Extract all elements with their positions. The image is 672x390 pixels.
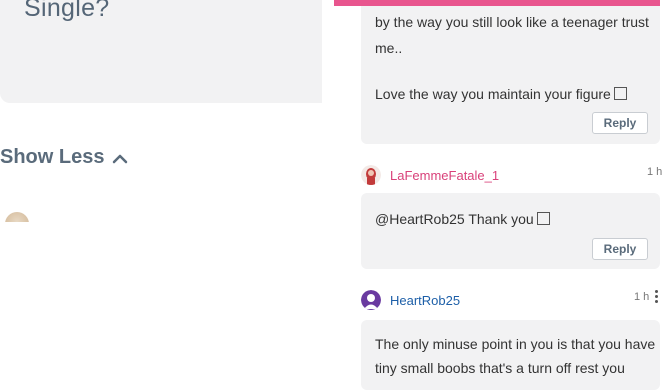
timestamp: 1 h (647, 166, 663, 178)
comment-meta: 1 h (647, 166, 662, 178)
username-link[interactable]: LaFemmeFatale_1 (390, 168, 499, 183)
comment-line: The only minuse point in you is that you… (375, 336, 656, 352)
comment-bubble: The only minuse point in you is that you… (361, 320, 660, 390)
comment-line: Love the way you maintain your figure (375, 82, 627, 106)
avatar (5, 212, 29, 222)
show-less-label: Show Less (0, 146, 105, 168)
comment-line: me.. (375, 40, 403, 56)
comment-header: LaFemmeFatale_1 (361, 165, 499, 185)
show-less-button[interactable]: Show Less (0, 146, 128, 169)
reply-button[interactable]: Reply (592, 112, 648, 134)
avatar[interactable] (361, 290, 381, 310)
comment-meta: 1 h (634, 290, 659, 303)
username-link[interactable]: HeartRob25 (390, 293, 460, 308)
post-card: Single? (0, 0, 322, 103)
comment-text: Love the way you maintain your figure (375, 86, 611, 102)
chevron-up-icon (113, 154, 128, 163)
comment-text: @HeartRob25 Thank you (375, 211, 534, 227)
comment-line: @HeartRob25 Thank you (375, 207, 550, 231)
comment-line: tiny small boobs that's a turn off rest … (375, 360, 625, 376)
emoji-placeholder-icon (536, 212, 550, 225)
timestamp: 1 h (634, 290, 650, 303)
avatar[interactable] (361, 165, 381, 185)
emoji-placeholder-icon (613, 87, 627, 100)
comment-line: by the way you still look like a teenage… (375, 14, 649, 30)
comment-bubble: @HeartRob25 Thank you Reply (361, 193, 660, 269)
reply-button[interactable]: Reply (592, 238, 648, 260)
kebab-menu-icon[interactable] (655, 290, 659, 303)
comment-bubble: by the way you still look like a teenage… (361, 6, 660, 144)
post-title: Single? (24, 0, 110, 22)
comment-header: HeartRob25 (361, 290, 460, 310)
